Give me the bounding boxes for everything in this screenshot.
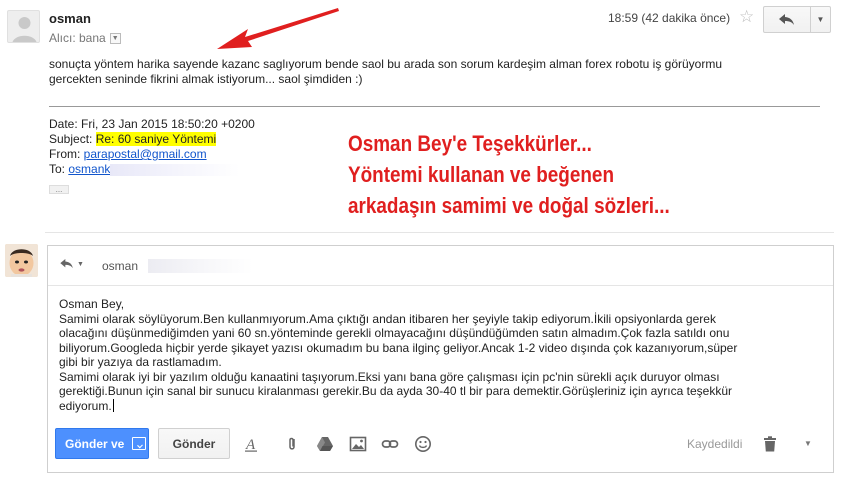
chevron-down-icon[interactable]: ▼ [109,32,121,44]
chevron-down-icon: ▼ [77,260,84,268]
text-cursor [112,398,114,412]
compose-body[interactable]: Osman Bey, Samimi olarak söylüyorum.Ben … [59,297,819,413]
send-and-archive-button[interactable]: Gönder ve [55,428,149,459]
send-button[interactable]: Gönder [158,428,230,459]
annotation-line: Yöntemi kullanan ve beğenen [348,162,615,187]
saved-status: Kaydedildi [687,437,743,451]
reply-icon [60,259,73,269]
reply-type-dropdown[interactable]: ▼ [60,259,84,269]
compose-line: Samimi olarak iyi bir yazılım olduğu kan… [59,369,720,384]
reply-button-group[interactable]: ▼ [763,6,831,33]
reply-compose: ▼ osman Osman Bey, Samimi olarak söylüyo… [47,245,834,473]
compose-line: gibi bir yazıya da rastlamadım. [59,355,222,369]
quoted-subject: Re: 60 saniye Yöntemi [95,132,217,146]
sender-name: osman [49,11,91,26]
send-and-label: Gönder ve [65,436,125,451]
divider [45,232,834,233]
attach-icon[interactable] [282,434,302,454]
link-icon[interactable] [380,434,400,454]
quoted-subject-line: Subject: Re: 60 saniye Yöntemi [49,132,255,147]
compose-line: gerektiği.Bunun için sanal bir sunucu ki… [59,384,732,398]
quoted-to-label: To: [49,162,69,176]
baby-face-icon [5,244,38,277]
compose-recipient[interactable]: osman [102,259,138,273]
person-icon [12,17,37,42]
show-trimmed-content-button[interactable]: ... [49,185,69,194]
quoted-from-label: From: [49,147,84,161]
reply-button[interactable] [764,7,810,32]
photo-icon[interactable] [348,434,368,454]
quoted-to-line: To: osmank [49,162,255,177]
trash-icon[interactable] [761,435,779,453]
chevron-down-icon[interactable]: ▼ [804,439,812,448]
compose-line-last: ediyorum. [59,398,819,414]
quoted-header: Date: Fri, 23 Jan 2015 18:50:20 +0200 Su… [49,117,255,177]
recipient-label: Alıcı: bana [49,31,106,45]
compose-line: biliyorum.Googleda hiçbir yerde şikayet … [59,340,738,355]
quoted-to-link[interactable]: osmank [68,162,110,176]
message-time: 18:59 (42 dakika önce) [608,11,731,25]
annotation-line: Osman Bey'e Teşekkürler... [348,131,592,156]
recipient-line[interactable]: Alıcı: bana ▼ [49,31,121,45]
emoji-icon[interactable] [413,434,433,454]
more-actions-button[interactable]: ▼ [810,7,830,32]
formatting-icon[interactable]: A [241,434,261,454]
message-body: sonuçta yöntem harika sayende kazanc sag… [49,57,819,87]
reply-icon [779,13,794,25]
message-body-line: gercekten seninde fikrini almak istiyoru… [49,72,363,86]
redacted-email [148,259,253,273]
quoted-from-link[interactable]: parapostal@gmail.com [84,147,207,161]
compose-line: Osman Bey, [59,297,125,311]
quoted-date: Date: Fri, 23 Jan 2015 18:50:20 +0200 [49,117,255,131]
compose-line: ediyorum. [59,398,112,413]
red-arrow-annotation [217,8,339,49]
compose-header: ▼ osman [48,246,833,286]
quoted-subject-label: Subject: [49,132,96,146]
annotation-text: Osman Bey'e Teşekkürler... Yöntemi kulla… [348,128,670,221]
quoted-from-line: From: parapostal@gmail.com [49,147,255,162]
redacted-email [110,163,241,176]
message-body-line: sonuçta yöntem harika sayende kazanc sag… [49,57,723,71]
compose-line: Samimi olarak söylüyorum.Ben kullanmıyor… [59,311,716,326]
annotation-line: arkadaşın samimi ve doğal sözleri... [348,193,670,218]
archive-icon [132,437,147,450]
user-avatar [5,244,38,277]
compose-toolbar: Gönder ve Gönder A Kaydedildi ▼ [48,426,833,468]
quote-separator [49,106,820,107]
compose-line: olacağını düşünmediğimden yani 60 sn.yön… [59,326,730,340]
drive-icon[interactable] [315,434,335,454]
sender-avatar [7,10,40,43]
chevron-down-icon: ▼ [816,15,825,24]
star-icon[interactable]: ☆ [739,8,754,25]
